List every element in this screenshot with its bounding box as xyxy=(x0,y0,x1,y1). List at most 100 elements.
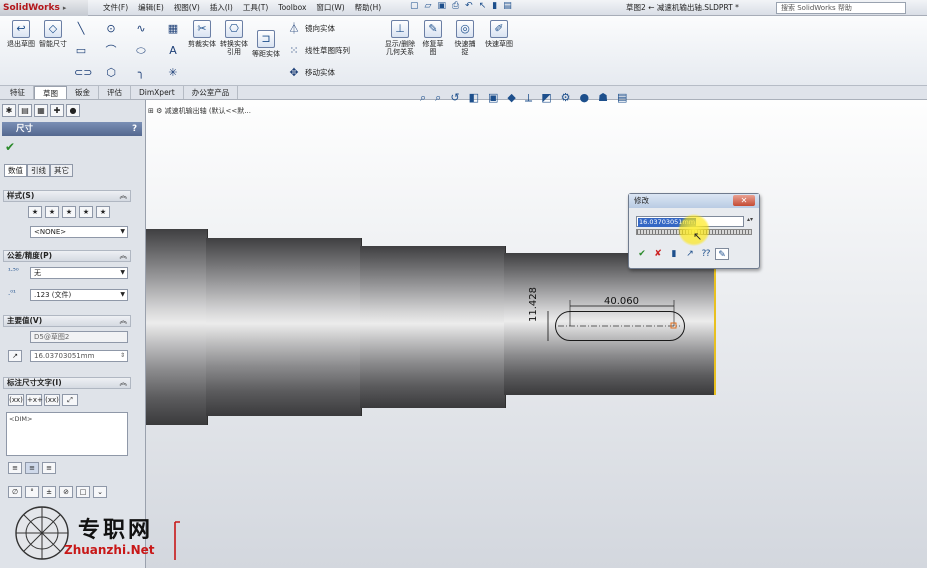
primary-value-section-header[interactable]: 主要值(V) ︽ xyxy=(3,315,131,327)
shadows-icon[interactable]: ☗ xyxy=(598,91,608,105)
display-style-icon[interactable]: ◆ xyxy=(507,91,515,105)
primary-value-field[interactable]: 16.03703051mm ⇕ xyxy=(30,350,128,362)
style-add-icon[interactable]: ★ xyxy=(45,206,59,218)
apply-scene-icon[interactable]: ⚙ xyxy=(561,91,571,105)
new-icon[interactable]: ▢ xyxy=(410,1,419,11)
tab-evaluate[interactable]: 评估 xyxy=(99,86,131,99)
exit-sketch-button[interactable]: ↩ 退出草图 xyxy=(6,20,36,48)
previous-view-icon[interactable]: ↺ xyxy=(450,91,459,105)
property-manager-icon[interactable]: ▤ xyxy=(18,104,32,117)
point-icon[interactable]: ✳ xyxy=(166,66,180,80)
mirror-icon[interactable]: ⏃ xyxy=(287,22,301,36)
align-left-icon[interactable]: ≡ xyxy=(8,462,22,474)
tab-other[interactable]: 其它 xyxy=(50,164,73,177)
circle-icon[interactable]: ⊙ xyxy=(104,22,118,36)
select-icon[interactable]: ↖ xyxy=(479,1,487,11)
dim-text-area[interactable]: <DIM> xyxy=(6,412,128,456)
tab-dimxpert[interactable]: DimXpert xyxy=(131,86,184,99)
view-orientation-icon[interactable]: ▣ xyxy=(488,91,498,105)
rectangle-icon[interactable]: ▭ xyxy=(74,44,88,58)
feature-manager-icon[interactable]: ✱ xyxy=(2,104,16,117)
degree-symbol-icon[interactable]: ° xyxy=(25,486,39,498)
help-icon[interactable]: ⁇ xyxy=(699,248,713,260)
menu-help[interactable]: 帮助(H) xyxy=(350,0,387,16)
collapse-icon[interactable]: ︽ xyxy=(120,251,128,261)
quick-snaps-button[interactable]: ◎ 快速捕捉 xyxy=(452,20,478,56)
polygon-icon[interactable]: ⬡ xyxy=(104,66,118,80)
tab-value[interactable]: 数值 xyxy=(4,164,27,177)
rebuild-icon[interactable]: ▮ xyxy=(492,1,497,11)
menu-window[interactable]: 窗口(W) xyxy=(311,0,349,16)
dimtext-inspect-button[interactable]: (xx) xyxy=(44,394,60,406)
help-icon[interactable]: ? xyxy=(132,122,137,136)
square-symbol-icon[interactable]: □ xyxy=(76,486,90,498)
display-manager-icon[interactable]: ● xyxy=(66,104,80,117)
linear-pattern-label[interactable]: 线性草图阵列 xyxy=(305,45,350,57)
align-right-icon[interactable]: ≡ xyxy=(42,462,56,474)
close-button[interactable]: ✕ xyxy=(733,195,755,206)
menu-tools[interactable]: 工具(T) xyxy=(238,0,273,16)
style-load-icon[interactable]: ★ xyxy=(96,206,110,218)
repair-sketch-button[interactable]: ✎ 修复草图 xyxy=(420,20,446,56)
text-icon[interactable]: A xyxy=(166,44,180,58)
edit-appearance-icon[interactable]: ◩ xyxy=(541,91,551,105)
collapse-icon[interactable]: ︽ xyxy=(120,316,128,326)
tolerance-type-select[interactable]: 无 ▼ xyxy=(30,267,128,279)
smart-dimension-button[interactable]: ◇ 智能尺寸 xyxy=(38,20,68,48)
spline-icon[interactable]: ∿ xyxy=(134,22,148,36)
fillet-icon[interactable]: ╮ xyxy=(134,66,148,80)
tab-features[interactable]: 特征 xyxy=(2,86,34,99)
zoom-fit-icon[interactable]: ⌕ xyxy=(420,91,426,105)
plus-minus-icon[interactable]: ± xyxy=(42,486,56,498)
section-view-icon[interactable]: ◧ xyxy=(469,91,479,105)
dimtext-paren-button[interactable]: (xx) xyxy=(8,394,24,406)
precision-select[interactable]: .123 (文件) ▼ xyxy=(30,289,128,301)
tab-sheet-metal[interactable]: 钣金 xyxy=(67,86,99,99)
primary-name-field[interactable]: D5@草图2 xyxy=(30,331,128,343)
view-settings-icon[interactable]: ▤ xyxy=(617,91,627,105)
tolerance-section-header[interactable]: 公差/精度(P) ︽ xyxy=(3,250,131,262)
zoom-area-icon[interactable]: ⌕ xyxy=(435,91,441,105)
dimtext-offset-icon[interactable]: ⤢ xyxy=(62,394,78,406)
align-center-icon[interactable]: ≡ xyxy=(25,462,39,474)
collapse-icon[interactable]: ︽ xyxy=(120,191,128,201)
options-icon[interactable]: ▤ xyxy=(503,1,512,11)
style-apply-icon[interactable]: ★ xyxy=(28,206,42,218)
arc-icon[interactable]: ⌒ xyxy=(104,44,118,58)
menu-edit[interactable]: 编辑(E) xyxy=(133,0,169,16)
tab-leaders[interactable]: 引线 xyxy=(27,164,50,177)
ok-check-icon[interactable]: ✔ xyxy=(635,248,649,260)
style-delete-icon[interactable]: ★ xyxy=(62,206,76,218)
offset-entities-button[interactable]: ⊐ 等距实体 xyxy=(252,30,280,58)
tab-sketch[interactable]: 草图 xyxy=(34,86,67,99)
menu-view[interactable]: 视图(V) xyxy=(169,0,205,16)
style-section-header[interactable]: 样式(S) ︽ xyxy=(3,190,131,202)
vertical-dimension[interactable]: 11.428 xyxy=(528,282,539,322)
reverse-direction-icon[interactable]: ↗ xyxy=(8,350,22,362)
menu-toolbox[interactable]: Toolbox xyxy=(273,0,311,16)
mirror-label[interactable]: 镜向实体 xyxy=(305,23,335,35)
spinner-icon[interactable]: ⇕ xyxy=(120,351,125,361)
collapse-icon[interactable]: ︽ xyxy=(120,378,128,388)
help-search-input[interactable]: 搜索 SolidWorks 帮助 xyxy=(776,2,906,14)
mark-for-drawing-icon[interactable]: ✎ xyxy=(715,248,729,260)
print-icon[interactable]: ⎙ xyxy=(452,1,459,11)
dimxpert-manager-icon[interactable]: ✚ xyxy=(50,104,64,117)
ellipse-icon[interactable]: ⬭ xyxy=(134,44,148,58)
display-relations-button[interactable]: ⊥ 显示/删除几何关系 xyxy=(384,20,416,56)
menu-file[interactable]: 文件(F) xyxy=(98,0,133,16)
solidworks-logo[interactable]: SolidWorks ▸ xyxy=(0,0,88,16)
horizontal-dimension[interactable]: 40.060 xyxy=(604,296,639,307)
ok-check-icon[interactable]: ✔ xyxy=(5,140,15,154)
undo-icon[interactable]: ↶ xyxy=(465,1,473,11)
convert-entities-button[interactable]: ⎔ 转换实体引用 xyxy=(220,20,248,56)
trim-button[interactable]: ✂ 剪裁实体 xyxy=(188,20,216,48)
linear-pattern-icon[interactable]: ⁙ xyxy=(287,44,301,58)
dim-text-section-header[interactable]: 标注尺寸文字(I) ︽ xyxy=(3,377,131,389)
config-manager-icon[interactable]: ▦ xyxy=(34,104,48,117)
rapid-sketch-button[interactable]: ✐ 快速草图 xyxy=(484,20,514,48)
feature-tree-flyout[interactable]: ⊞ ⚙ 减速机输出轴 (默认<<默... xyxy=(148,106,251,116)
realview-icon[interactable]: ● xyxy=(579,91,589,105)
center-line-icon[interactable]: ⊘ xyxy=(59,486,73,498)
line-icon[interactable]: ╲ xyxy=(74,22,88,36)
